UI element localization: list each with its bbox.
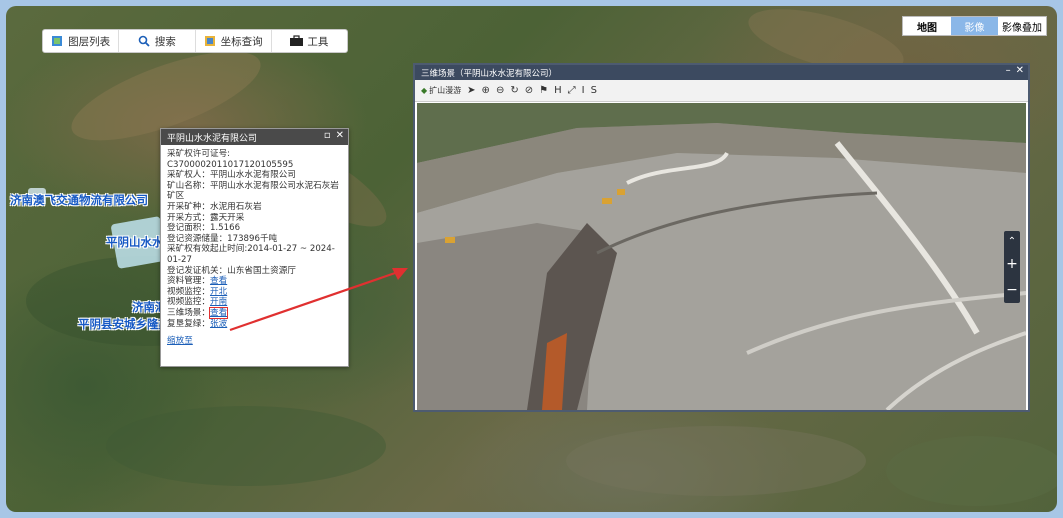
area-icon[interactable]: S	[591, 85, 597, 96]
coord-query-label: 坐标查询	[220, 35, 263, 48]
map-label: 平阴县安城乡隆鑫	[78, 317, 170, 331]
height-icon[interactable]: H	[554, 85, 562, 96]
map-type-image[interactable]: 影像	[951, 17, 998, 35]
zoom-to-link[interactable]: 缩放至	[167, 336, 193, 346]
mine-name: 矿山名称：平阴山水水泥有限公司水泥石灰岩矿区	[167, 180, 339, 202]
video1-label: 视频监控：	[167, 286, 210, 297]
zoom-in-button[interactable]: +	[1006, 256, 1018, 272]
scene-label: 三维场景：	[167, 307, 210, 318]
restore-label: 复垦复绿：	[167, 318, 210, 329]
map-pin-icon	[204, 35, 216, 47]
popup-header: 平阴山水水泥有限公司 ▫ ✕	[161, 129, 348, 145]
map-label: 平阴山水水	[106, 235, 164, 249]
3d-window-header: 三维场景（平阴山水水泥有限公司） – ✕	[415, 65, 1028, 80]
layers-label: 图层列表	[68, 35, 111, 48]
area: 登记面积：1.5166	[167, 223, 241, 234]
3d-scene-window: 三维场景（平阴山水水泥有限公司） – ✕ ◆ 扩山漫游 ➤ ⊕ ⊖ ↻ ⊘ ⚑ …	[413, 63, 1030, 412]
method: 开采方式：露天开采	[167, 212, 245, 223]
zoom-out-button[interactable]: −	[1006, 282, 1018, 298]
3d-nav-control: ⌃ + −	[1004, 231, 1020, 303]
3d-toolbar: ◆ 扩山漫游 ➤ ⊕ ⊖ ↻ ⊘ ⚑ H ⤢ I S	[415, 80, 1028, 102]
flag-icon[interactable]: ⚑	[539, 85, 548, 96]
map-toolbar: 图层列表 搜索 坐标查询 工具	[42, 29, 348, 53]
map-type-overlay[interactable]: 影像叠加	[998, 17, 1046, 35]
docs-label: 资料管理：	[167, 276, 210, 287]
map-type-switch: 地图 影像 影像叠加	[902, 16, 1047, 36]
zoom-in-icon[interactable]: ⊕	[482, 85, 490, 96]
annotation-arrow	[229, 268, 408, 332]
tools-button[interactable]: 工具	[272, 30, 347, 52]
map-label: 济南澳飞交通物流有限公司	[10, 193, 148, 207]
coord-query-button[interactable]: 坐标查询	[196, 30, 272, 52]
search-icon	[138, 35, 150, 47]
search-label: 搜索	[154, 35, 176, 48]
mineral: 开采矿种：水泥用石灰岩	[167, 201, 262, 212]
close-icon[interactable]: ✕	[336, 130, 344, 141]
toolbox-icon	[290, 35, 304, 47]
popup-title: 平阴山水水泥有限公司	[167, 133, 258, 144]
license-label: 采矿权许可证号:	[167, 149, 231, 159]
zoom-out-icon[interactable]: ⊖	[496, 85, 504, 96]
reserve: 登记资源储量：173896千吨	[167, 233, 278, 244]
3d-window-title: 三维场景（平阴山水水泥有限公司）	[421, 68, 558, 79]
compass-icon[interactable]: ⊘	[525, 85, 533, 96]
vertical-icon[interactable]: I	[582, 85, 585, 96]
compass-north-icon[interactable]: ⌃	[1008, 236, 1016, 247]
roam-label: 扩山漫游	[429, 86, 462, 95]
search-button[interactable]: 搜索	[119, 30, 196, 52]
owner: 采矿权人：平阴山水水泥有限公司	[167, 170, 296, 181]
distance-icon[interactable]: ⤢	[568, 85, 576, 96]
video2-label: 视频监控：	[167, 297, 210, 308]
rotate-icon[interactable]: ↻	[510, 85, 518, 96]
roam-icon: ◆	[421, 86, 428, 95]
tools-label: 工具	[307, 35, 329, 48]
pointer-icon[interactable]: ➤	[467, 85, 475, 96]
roam-button[interactable]: ◆ 扩山漫游	[421, 85, 461, 96]
close-icon[interactable]: ✕	[1016, 65, 1024, 76]
layers-button[interactable]: 图层列表	[43, 30, 120, 52]
quarry-3d-model	[417, 103, 1026, 410]
3d-viewport[interactable]: ⌃ + −	[417, 103, 1026, 410]
license-number: C3700002011017120105595	[167, 159, 294, 170]
map-type-map[interactable]: 地图	[903, 17, 951, 35]
maximize-icon[interactable]: ▫	[324, 130, 331, 141]
layers-icon	[51, 35, 63, 47]
minimize-icon[interactable]: –	[1006, 65, 1011, 76]
